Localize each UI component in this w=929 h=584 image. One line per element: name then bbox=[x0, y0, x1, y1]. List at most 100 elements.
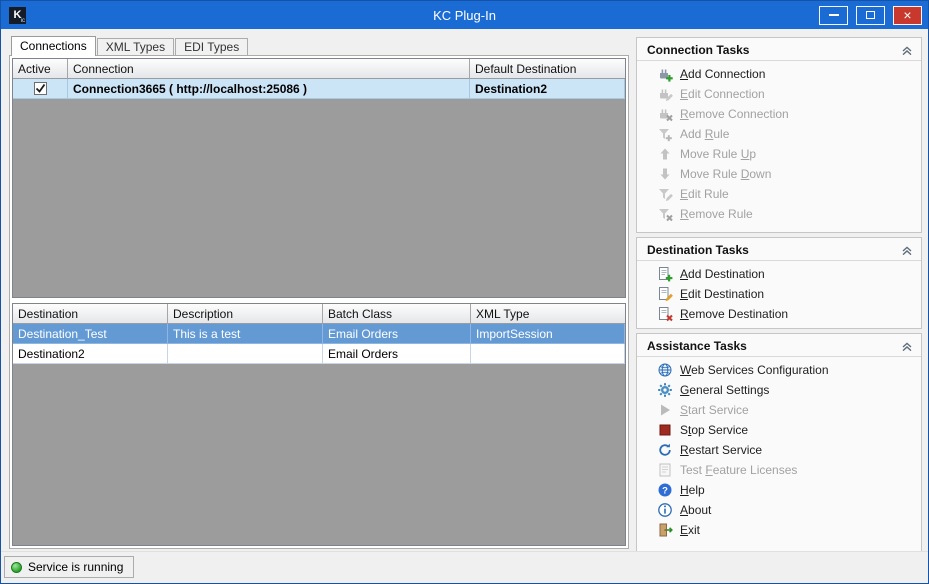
destination-tasks-items: Add Destination Edit Destination Remove … bbox=[637, 261, 921, 324]
column-header-destination[interactable]: Destination bbox=[13, 304, 168, 324]
assistance-tasks-items: Web Services Configuration General Setti… bbox=[637, 357, 921, 540]
collapse-connection-tasks-button[interactable] bbox=[901, 45, 913, 56]
task-label: Edit Destination bbox=[680, 287, 764, 301]
edit-destination-icon bbox=[657, 286, 673, 302]
destination-tasks-title: Destination Tasks bbox=[647, 243, 749, 257]
xml-type-cell[interactable]: ImportSession bbox=[471, 324, 625, 344]
task-label: Start Service bbox=[680, 403, 749, 417]
remove-connection-button: Remove Connection bbox=[637, 104, 921, 124]
column-header-batch-class[interactable]: Batch Class bbox=[323, 304, 471, 324]
column-header-connection[interactable]: Connection bbox=[68, 59, 470, 79]
collapse-assistance-tasks-button[interactable] bbox=[901, 341, 913, 352]
connection-cell[interactable]: Connection3665 ( http://localhost:25086 … bbox=[68, 79, 470, 99]
help-button[interactable]: ? Help bbox=[637, 480, 921, 500]
task-label: Remove Rule bbox=[680, 207, 753, 221]
collapse-destination-tasks-button[interactable] bbox=[901, 245, 913, 256]
task-label: Move Rule Down bbox=[680, 167, 771, 181]
connection-tasks-header: Connection Tasks bbox=[637, 38, 921, 61]
active-checkbox[interactable] bbox=[34, 82, 47, 95]
destination-cell[interactable]: Destination2 bbox=[13, 344, 168, 364]
start-service-icon bbox=[657, 402, 673, 418]
destination-cell[interactable]: Destination_Test bbox=[13, 324, 168, 344]
default-destination-cell[interactable]: Destination2 bbox=[470, 79, 625, 99]
exit-button[interactable]: Exit bbox=[637, 520, 921, 540]
edit-rule-button: Edit Rule bbox=[637, 184, 921, 204]
chevron-up-icon bbox=[901, 341, 913, 352]
connection-row: Connection3665 ( http://localhost:25086 … bbox=[13, 79, 625, 99]
check-icon bbox=[35, 83, 46, 94]
about-button[interactable]: About bbox=[637, 500, 921, 520]
title-bar[interactable]: K ic KC Plug-In × bbox=[1, 1, 928, 29]
close-button[interactable]: × bbox=[893, 6, 922, 25]
stop-service-icon bbox=[657, 422, 673, 438]
destination-row: Destination2 Email Orders bbox=[13, 344, 625, 364]
add-destination-icon bbox=[657, 266, 673, 282]
connections-grid-header: Active Connection Default Destination bbox=[13, 59, 625, 79]
connection-tasks-title: Connection Tasks bbox=[647, 43, 749, 57]
tab-xml-types[interactable]: XML Types bbox=[97, 38, 174, 55]
assistance-tasks-header: Assistance Tasks bbox=[637, 334, 921, 357]
task-label: Add Rule bbox=[680, 127, 729, 141]
status-bar: Service is running bbox=[1, 551, 928, 583]
column-header-active[interactable]: Active bbox=[13, 59, 68, 79]
maximize-icon bbox=[866, 11, 875, 19]
restart-service-button[interactable]: Restart Service bbox=[637, 440, 921, 460]
connection-tasks-group: Connection Tasks Add Connection Edit Con… bbox=[636, 37, 922, 233]
xml-type-cell[interactable] bbox=[471, 344, 625, 364]
tab-strip: Connections XML Types EDI Types bbox=[9, 35, 629, 55]
task-label: Test Feature Licenses bbox=[680, 463, 797, 477]
assistance-tasks-title: Assistance Tasks bbox=[647, 339, 747, 353]
task-label: Exit bbox=[680, 523, 700, 537]
description-cell[interactable]: This is a test bbox=[168, 324, 323, 344]
window-title: KC Plug-In bbox=[1, 8, 928, 23]
remove-destination-button[interactable]: Remove Destination bbox=[637, 304, 921, 324]
task-label: Add Destination bbox=[680, 267, 765, 281]
status-text: Service is running bbox=[28, 560, 123, 574]
test-feature-licenses-icon bbox=[657, 462, 673, 478]
tab-edi-types[interactable]: EDI Types bbox=[175, 38, 248, 55]
test-feature-licenses-button: Test Feature Licenses bbox=[637, 460, 921, 480]
maximize-button[interactable] bbox=[856, 6, 885, 25]
task-label: Remove Connection bbox=[680, 107, 789, 121]
task-label: General Settings bbox=[680, 383, 769, 397]
app-window: K ic KC Plug-In × Connections XML Types … bbox=[0, 0, 929, 584]
app-logo-icon: K ic bbox=[9, 7, 26, 24]
batch-class-cell[interactable]: Email Orders bbox=[323, 344, 471, 364]
task-label: Edit Rule bbox=[680, 187, 729, 201]
move-rule-up-icon bbox=[657, 146, 673, 162]
help-icon: ? bbox=[657, 482, 673, 498]
move-rule-up-button: Move Rule Up bbox=[637, 144, 921, 164]
column-header-xml-type[interactable]: XML Type bbox=[471, 304, 625, 324]
connections-grid-empty-area bbox=[13, 99, 625, 297]
add-destination-button[interactable]: Add Destination bbox=[637, 264, 921, 284]
minimize-button[interactable] bbox=[819, 6, 848, 25]
tab-connections[interactable]: Connections bbox=[11, 36, 96, 56]
remove-rule-button: Remove Rule bbox=[637, 204, 921, 224]
stop-service-button[interactable]: Stop Service bbox=[637, 420, 921, 440]
general-settings-button[interactable]: General Settings bbox=[637, 380, 921, 400]
task-label: Stop Service bbox=[680, 423, 748, 437]
add-connection-button[interactable]: Add Connection bbox=[637, 64, 921, 84]
edit-destination-button[interactable]: Edit Destination bbox=[637, 284, 921, 304]
batch-class-cell[interactable]: Email Orders bbox=[323, 324, 471, 344]
column-header-default-destination[interactable]: Default Destination bbox=[470, 59, 625, 79]
edit-connection-button: Edit Connection bbox=[637, 84, 921, 104]
add-rule-icon bbox=[657, 126, 673, 142]
destination-tasks-group: Destination Tasks Add Destination Edit D… bbox=[636, 237, 922, 329]
tab-page-connections: Active Connection Default Destination Co… bbox=[9, 55, 629, 549]
destination-row-selected: Destination_Test This is a test Email Or… bbox=[13, 324, 625, 344]
add-connection-icon bbox=[657, 66, 673, 82]
web-services-configuration-icon bbox=[657, 362, 673, 378]
add-rule-button: Add Rule bbox=[637, 124, 921, 144]
main-tab-control: Connections XML Types EDI Types Active C… bbox=[9, 35, 629, 549]
edit-rule-icon bbox=[657, 186, 673, 202]
web-services-configuration-button[interactable]: Web Services Configuration bbox=[637, 360, 921, 380]
remove-rule-icon bbox=[657, 206, 673, 222]
move-rule-down-button: Move Rule Down bbox=[637, 164, 921, 184]
task-label: Help bbox=[680, 483, 705, 497]
description-cell[interactable] bbox=[168, 344, 323, 364]
column-header-description[interactable]: Description bbox=[168, 304, 323, 324]
active-cell[interactable] bbox=[13, 79, 68, 99]
remove-connection-icon bbox=[657, 106, 673, 122]
task-label: Edit Connection bbox=[680, 87, 765, 101]
